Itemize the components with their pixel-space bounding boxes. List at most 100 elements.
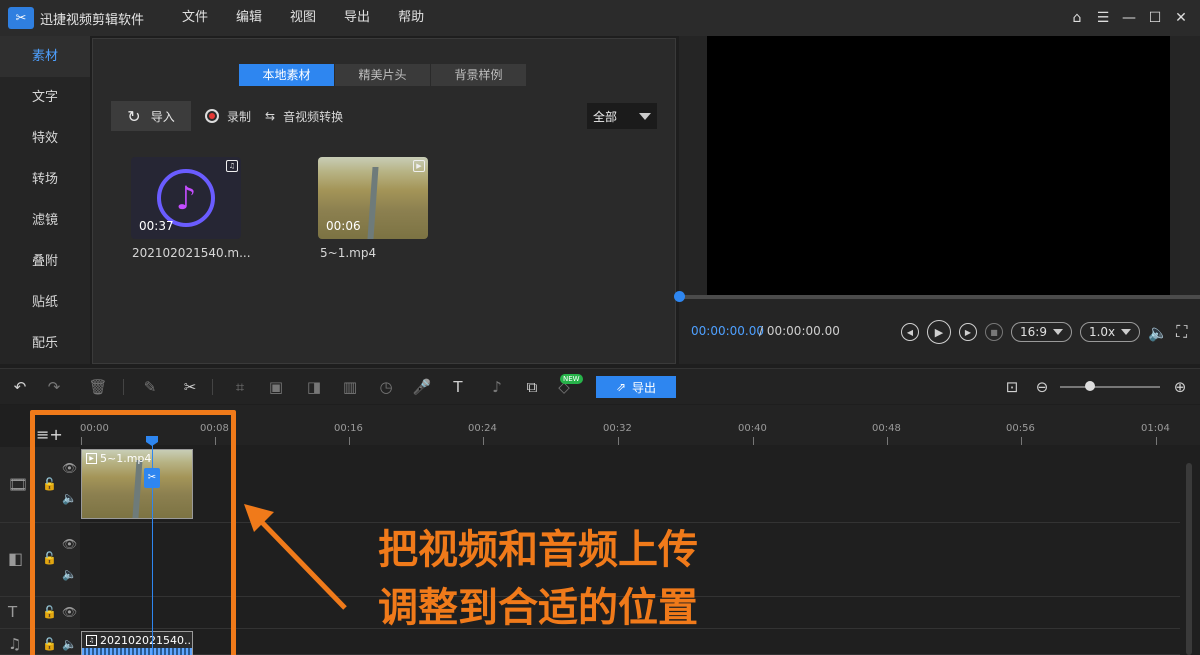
freeze-icon[interactable]: ◨ <box>304 377 324 397</box>
tick-label: 00:48 <box>872 423 901 434</box>
microphone-icon[interactable]: 🎤 <box>412 377 432 397</box>
tick <box>618 437 619 445</box>
film-icon: 🎞 <box>8 475 29 494</box>
maximize-icon[interactable]: ☐ <box>1142 10 1168 26</box>
split-icon[interactable]: ✂ <box>180 377 200 397</box>
minimize-icon[interactable]: — <box>1116 10 1142 26</box>
crop-icon[interactable]: ⌗ <box>230 377 250 397</box>
library-tabs: 本地素材 精美片头 背景样例 <box>239 64 527 86</box>
export-button[interactable]: ⇗ 导出 <box>596 376 676 398</box>
toolbar-divider <box>123 379 124 395</box>
playback-controls: ◀ ▶ ▶ ■ 16:9 1.0x 🔈 ⛶ <box>901 320 1187 344</box>
total-time: / 00:00:00.00 <box>759 324 840 338</box>
sidebar-item-music[interactable]: 配乐 <box>0 323 90 364</box>
sidebar-item-effects[interactable]: 特效 <box>0 118 90 159</box>
record-button[interactable]: 录制 <box>205 108 251 125</box>
edit-icon[interactable]: ✎ <box>140 377 160 397</box>
play-icon[interactable]: ▶ <box>927 320 951 344</box>
zoom-out-icon[interactable]: ⊖ <box>1032 377 1052 397</box>
tick <box>1156 437 1157 445</box>
tab-local-media[interactable]: 本地素材 <box>239 64 335 86</box>
tick <box>483 437 484 445</box>
mosaic-icon[interactable]: ▣ <box>266 377 286 397</box>
sidebar-item-stickers[interactable]: 贴纸 <box>0 282 90 323</box>
import-button[interactable]: ↻ 导入 <box>111 101 191 131</box>
annotation-text-line1: 把视频和音频上传 <box>378 527 698 573</box>
convert-icon: ⇆ <box>265 109 276 123</box>
export-icon: ⇗ <box>615 380 627 394</box>
undo-icon[interactable]: ↶ <box>10 377 30 397</box>
menu-view[interactable]: 视图 <box>276 0 330 36</box>
time-ruler[interactable]: 00:00 00:08 00:16 00:24 00:32 00:40 00:4… <box>80 405 1200 445</box>
music-icon: ♫ <box>8 635 22 653</box>
tick-label: 01:04 <box>1141 423 1170 434</box>
chevron-down-icon <box>1052 329 1063 335</box>
media-filter-select[interactable]: 全部 <box>587 103 657 129</box>
title-bar: ✂ 迅捷视频剪辑软件 文件 编辑 视图 导出 帮助 ⌂ ☰ — ☐ ✕ <box>0 0 1200 36</box>
tick-label: 00:40 <box>738 423 767 434</box>
redo-icon[interactable]: ↷ <box>44 377 64 397</box>
speed-icon[interactable]: ◷ <box>376 377 396 397</box>
prev-frame-icon[interactable]: ◀ <box>901 323 919 341</box>
hamburger-menu-icon[interactable]: ☰ <box>1090 10 1116 26</box>
media-item-video[interactable]: ▶ 00:06 <box>318 157 428 239</box>
fit-timeline-icon[interactable]: ⊡ <box>1002 377 1022 397</box>
app-title: 迅捷视频剪辑软件 <box>40 12 145 28</box>
tab-backgrounds[interactable]: 背景样例 <box>431 64 527 86</box>
annotation-arrow-icon <box>244 504 347 610</box>
record-label: 录制 <box>227 109 252 124</box>
stop-icon[interactable]: ■ <box>985 323 1003 341</box>
tick-label: 00:24 <box>468 423 497 434</box>
voice-icon[interactable]: ♪ <box>487 377 507 397</box>
zoom-slider-handle[interactable] <box>1085 381 1095 391</box>
tick <box>1021 437 1022 445</box>
video-type-icon: ▶ <box>413 160 425 172</box>
tab-intros[interactable]: 精美片头 <box>335 64 431 86</box>
media-duration: 00:06 <box>326 219 361 233</box>
menu-file[interactable]: 文件 <box>168 0 222 36</box>
aspect-ratio-value: 16:9 <box>1020 325 1047 339</box>
sidebar-item-filters[interactable]: 滤镜 <box>0 200 90 241</box>
annotation-text-line2: 调整到合适的位置 <box>378 585 698 631</box>
sidebar-item-overlay[interactable]: 叠附 <box>0 241 90 282</box>
home-icon[interactable]: ⌂ <box>1064 10 1090 26</box>
zoom-slider[interactable] <box>1060 386 1160 388</box>
current-time: 00:00:00.00 <box>691 324 764 338</box>
media-name: 5~1.mp4 <box>320 246 377 260</box>
media-library: 本地素材 精美片头 背景样例 ↻ 导入 录制 ⇆ 音视频转换 全部 ♪ ♫ 00… <box>92 38 676 364</box>
record-icon <box>205 109 219 123</box>
tick <box>753 437 754 445</box>
sidebar-item-transitions[interactable]: 转场 <box>0 159 90 200</box>
sidebar-item-text[interactable]: 文字 <box>0 77 90 118</box>
aspect-ratio-select[interactable]: 16:9 <box>1011 322 1072 342</box>
delete-icon[interactable]: 🗑 <box>88 377 108 397</box>
annotation-highlight-box <box>30 410 236 655</box>
menu-export[interactable]: 导出 <box>330 0 384 36</box>
fullscreen-icon[interactable]: ⛶ <box>1176 322 1187 342</box>
scrubber-handle[interactable] <box>674 291 685 302</box>
speed-select[interactable]: 1.0x <box>1079 322 1141 342</box>
audio-track <box>80 629 1180 655</box>
convert-button[interactable]: ⇆ 音视频转换 <box>265 108 343 125</box>
text-to-speech-icon[interactable]: T <box>448 377 468 397</box>
volume-icon[interactable]: 🔈 <box>1148 323 1168 342</box>
library-toolbar: ↻ 导入 录制 ⇆ 音视频转换 <box>111 101 343 131</box>
menu-help[interactable]: 帮助 <box>384 0 438 36</box>
audio-level-icon[interactable]: ▥ <box>340 377 360 397</box>
close-icon[interactable]: ✕ <box>1168 10 1194 26</box>
preview-screen <box>707 36 1170 296</box>
media-item-audio[interactable]: ♪ ♫ 00:37 <box>131 157 241 239</box>
tick <box>349 437 350 445</box>
next-frame-icon[interactable]: ▶ <box>959 323 977 341</box>
pip-icon[interactable]: ⧉ <box>522 377 542 397</box>
zoom-in-icon[interactable]: ⊕ <box>1170 377 1190 397</box>
menu-bar: 文件 编辑 视图 导出 帮助 <box>168 0 438 36</box>
window-controls: ⌂ ☰ — ☐ ✕ <box>1064 0 1194 36</box>
sidebar-item-material[interactable]: 素材 <box>0 36 90 77</box>
timeline-scrollbar[interactable] <box>1186 463 1192 655</box>
audio-type-icon: ♫ <box>226 160 238 172</box>
preview-scrubber[interactable] <box>674 291 1200 302</box>
menu-edit[interactable]: 编辑 <box>222 0 276 36</box>
export-label: 导出 <box>632 380 657 395</box>
import-icon: ↻ <box>127 106 141 126</box>
